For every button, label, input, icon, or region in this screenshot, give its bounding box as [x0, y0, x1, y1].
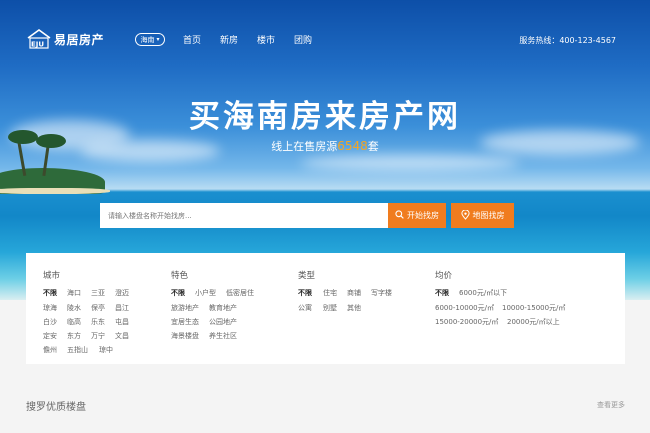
main-nav: 首页 新房 楼市 团购	[183, 33, 312, 46]
filter-option[interactable]: 10000-15000元/㎡	[502, 303, 565, 313]
filter-option[interactable]: 白沙	[43, 317, 57, 327]
filter-option[interactable]: 定安	[43, 331, 57, 341]
filter-option[interactable]: 不限	[43, 288, 57, 298]
filter-option[interactable]: 公园地产	[209, 317, 237, 327]
hero-headline: 买海南房来房产网	[189, 99, 461, 135]
filter-option[interactable]: 养生社区	[209, 331, 237, 341]
filter-option[interactable]: 海口	[67, 288, 81, 298]
search-icon	[395, 210, 404, 221]
svg-text:EJU: EJU	[31, 41, 44, 49]
house-logo-icon: EJU	[26, 29, 52, 49]
nav-market[interactable]: 楼市	[257, 33, 275, 46]
filter-option[interactable]: 写字楼	[371, 288, 392, 298]
filter-option[interactable]: 低密居住	[226, 288, 254, 298]
city-select-label: 海南	[140, 35, 155, 44]
search-input[interactable]	[100, 203, 388, 228]
filter-option[interactable]: 万宁	[91, 331, 105, 341]
service-hotline: 服务热线：400-123-4567	[519, 36, 616, 45]
listing-count: 线上在售房源6548套	[271, 139, 379, 153]
start-search-button[interactable]: 开始找房	[388, 203, 446, 228]
city-select[interactable]: 海南 ▾	[135, 33, 165, 46]
filter-option[interactable]: 别墅	[323, 303, 337, 313]
filter-option[interactable]: 儋州	[43, 345, 57, 355]
filter-option[interactable]: 昌江	[115, 303, 129, 313]
filter-option[interactable]: 东方	[67, 331, 81, 341]
filter-option[interactable]: 15000-20000元/㎡	[435, 317, 498, 327]
filter-option[interactable]: 陵水	[67, 303, 81, 313]
filter-option[interactable]: 五指山	[67, 345, 88, 355]
filter-option[interactable]: 公寓	[298, 303, 312, 313]
nav-group-buy[interactable]: 团购	[294, 33, 312, 46]
map-pin-icon	[460, 208, 470, 222]
site-logo[interactable]: EJU 易居房产	[26, 29, 104, 49]
filter-price-title: 均价	[435, 271, 453, 281]
filter-option[interactable]: 琼海	[43, 303, 57, 313]
nav-new-homes[interactable]: 新房	[220, 33, 238, 46]
filter-option[interactable]: 屯昌	[115, 317, 129, 327]
filter-option[interactable]: 琼中	[99, 345, 113, 355]
view-more-link[interactable]: 查看更多	[597, 400, 625, 410]
filter-option[interactable]: 三亚	[91, 288, 105, 298]
filter-option[interactable]: 不限	[435, 288, 449, 298]
filter-option[interactable]: 不限	[298, 288, 312, 298]
filter-option[interactable]: 商铺	[347, 288, 361, 298]
filter-option[interactable]: 6000元/㎡以下	[459, 288, 507, 298]
filter-option[interactable]: 住宅	[323, 288, 337, 298]
top-navigation: EJU 易居房产 海南 ▾ 首页 新房 楼市 团购 服务热线：400-123-4…	[0, 0, 650, 80]
filter-option[interactable]: 临高	[67, 317, 81, 327]
filter-option[interactable]: 不限	[171, 288, 185, 298]
filter-option[interactable]: 6000-10000元/㎡	[435, 303, 494, 313]
filter-option[interactable]: 其他	[347, 303, 361, 313]
filter-option[interactable]: 澄迈	[115, 288, 129, 298]
map-search-button[interactable]: 地图找房	[451, 203, 514, 228]
filter-option[interactable]: 旅游地产	[171, 303, 199, 313]
filter-option[interactable]: 20000元/㎡以上	[507, 317, 560, 327]
filter-option[interactable]: 宜居生态	[171, 317, 199, 327]
chevron-down-icon: ▾	[156, 36, 160, 43]
logo-text: 易居房产	[54, 32, 105, 47]
listing-count-number: 6548	[337, 139, 368, 153]
filter-option[interactable]: 海景楼盘	[171, 331, 199, 341]
filter-option[interactable]: 小户型	[195, 288, 216, 298]
filter-city-title: 城市	[43, 271, 61, 281]
nav-home[interactable]: 首页	[183, 33, 201, 46]
filter-feature-title: 特色	[171, 271, 189, 281]
filter-type-title: 类型	[298, 271, 316, 281]
filter-option[interactable]: 文昌	[115, 331, 129, 341]
filter-option[interactable]: 教育地产	[209, 303, 237, 313]
filter-option[interactable]: 保亭	[91, 303, 105, 313]
section-title: 搜罗优质楼盘	[26, 402, 86, 413]
filter-panel: 城市 不限 海口 三亚 澄迈 琼海 陵水 保亭 昌江 白沙 临高 乐东 屯昌 定…	[26, 253, 625, 364]
filter-option[interactable]: 乐东	[91, 317, 105, 327]
